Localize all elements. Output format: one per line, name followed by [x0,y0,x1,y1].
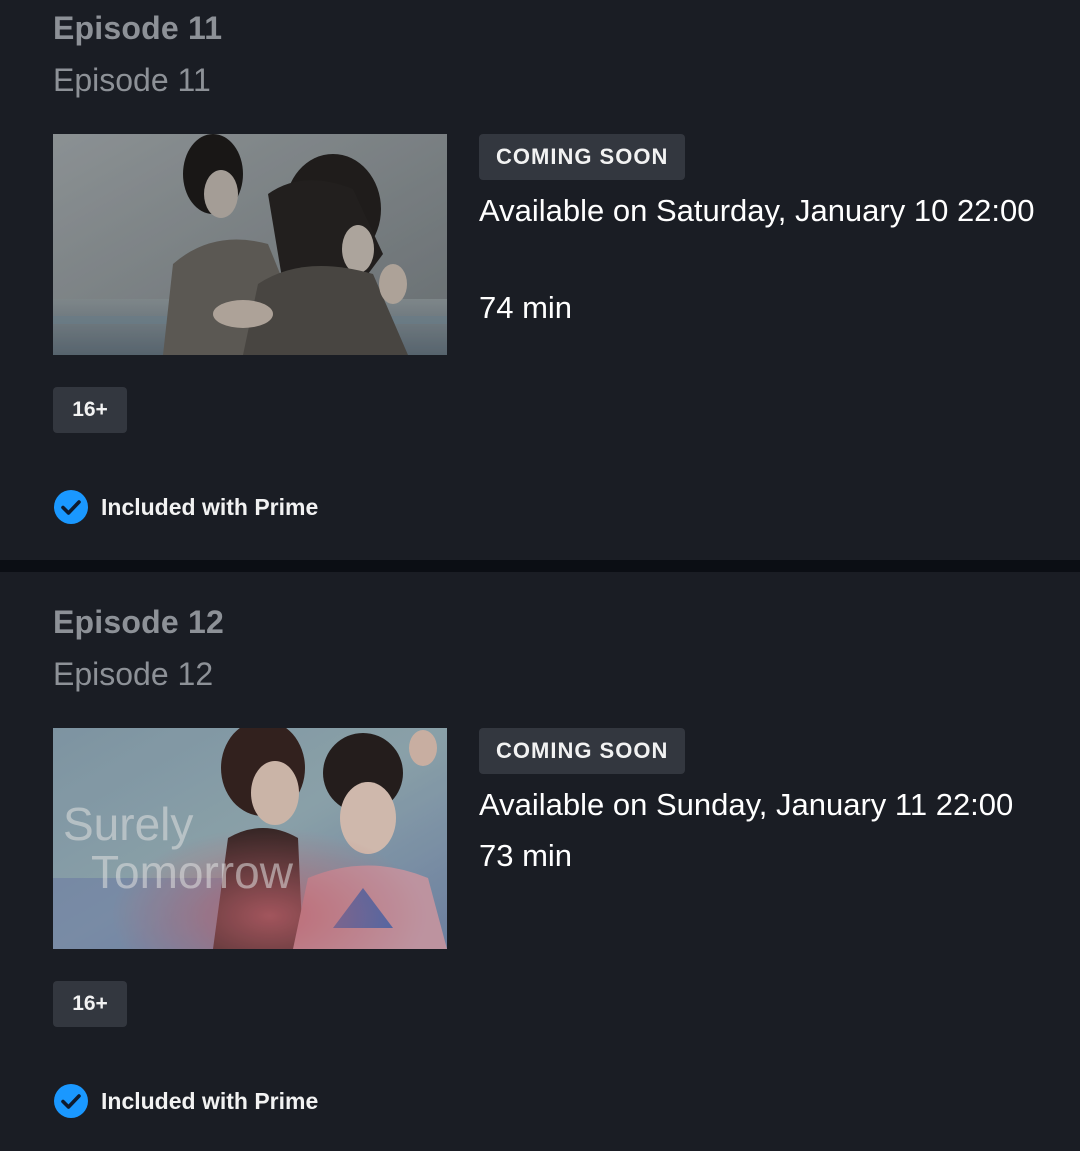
included-with-prime: Included with Prime [53,487,318,527]
section-divider [0,560,1080,572]
included-with-prime-label: Included with Prime [101,1087,319,1114]
episode-thumbnail[interactable] [53,134,447,355]
maturity-rating-badge: 16+ [53,387,127,433]
maturity-rating-badge: 16+ [53,981,127,1027]
coming-soon-badge: COMING SOON [479,134,686,180]
episode-thumbnail[interactable]: Surely Tomorrow [53,728,447,949]
check-circle-icon [53,1083,89,1119]
included-with-prime-label: Included with Prime [101,493,319,520]
episode-still-title-card-icon: Surely Tomorrow [53,728,447,949]
episode-title: Episode 12 [53,604,224,640]
episode-subtitle: Episode 11 [53,62,211,98]
duration-text: 74 min [479,290,573,325]
episode-card-11[interactable]: Episode 11 Episode 11 COMING SOON Availa… [0,0,1080,560]
coming-soon-badge: COMING SOON [479,728,686,774]
episode-still-couple-hug-icon [53,134,447,355]
duration-text: 73 min [479,838,573,873]
episode-card-12[interactable]: Episode 12 Episode 12 Surely Tomorrow CO… [0,572,1080,1151]
included-with-prime: Included with Prime [53,1081,318,1121]
episode-title: Episode 11 [53,10,223,46]
availability-text: Available on Sunday, January 11 22:00 [479,787,1014,822]
availability-text: Available on Saturday, January 10 22:00 [479,193,1035,228]
check-circle-icon [53,489,89,525]
episode-subtitle: Episode 12 [53,656,214,692]
